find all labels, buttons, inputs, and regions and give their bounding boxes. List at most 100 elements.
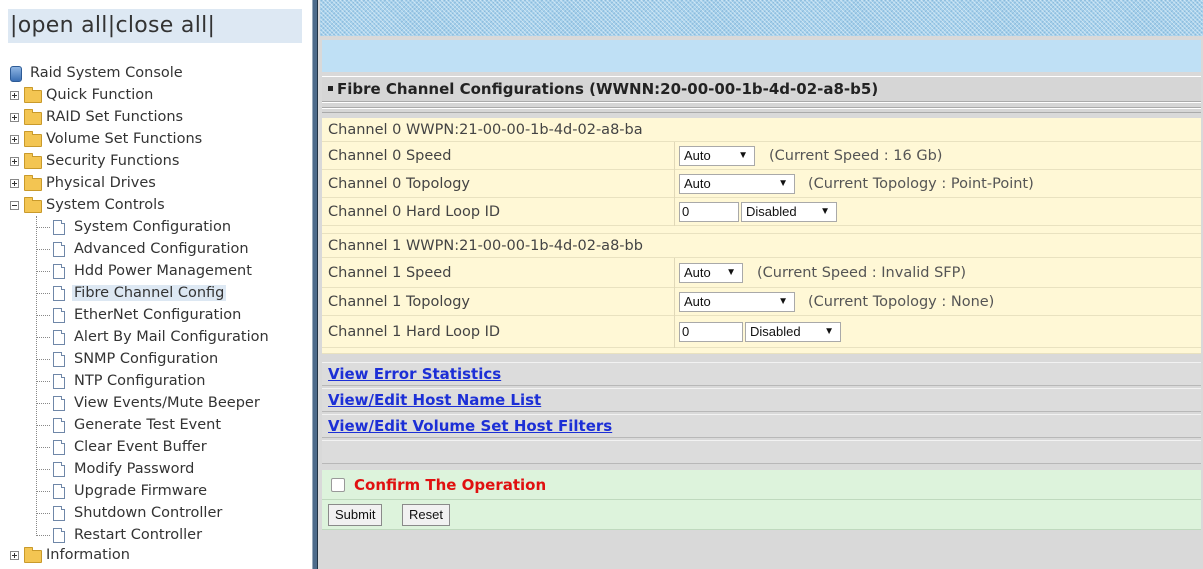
tree-folder-volume-set-functions[interactable]: Volume Set Functions [10,128,202,150]
open-all-link[interactable]: open all [18,13,108,38]
tree-folder-label: Quick Function [46,87,154,103]
expand-icon[interactable] [10,135,19,144]
channel-1-topology-note: (Current Topology : None) [808,294,995,310]
document-icon [53,440,65,455]
tree-item-clear-event-buffer[interactable]: Clear Event Buffer [36,436,207,458]
spacer-row [322,348,1201,354]
tree-item-hdd-power-management[interactable]: Hdd Power Management [36,260,252,282]
tree-folder-physical-drives[interactable]: Physical Drives [10,172,156,194]
reset-button[interactable]: Reset [402,504,450,526]
tree-item-generate-test-event[interactable]: Generate Test Event [36,414,221,436]
tree-item-system-configuration[interactable]: System Configuration [36,216,231,238]
collapse-icon[interactable] [10,201,19,210]
folder-icon [24,87,42,103]
channel-1-speed-row: Channel 1 Speed Auto (Current Speed : In… [322,258,1201,288]
confirm-checkbox[interactable] [331,478,345,492]
view-edit-host-name-list-link[interactable]: View/Edit Host Name List [328,389,541,412]
tree-item-label: Shutdown Controller [74,505,223,521]
channel-0-topology-select[interactable]: Auto [679,174,795,194]
tree-item-label: SNMP Configuration [74,351,219,367]
tree-connector [36,293,50,294]
channel-0-topology-note: (Current Topology : Point-Point) [808,176,1034,192]
document-icon [53,264,65,279]
tree-item-shutdown-controller[interactable]: Shutdown Controller [36,502,222,524]
tree-connector [36,491,50,492]
tree-folder-information[interactable]: Information [10,544,130,566]
expand-icon[interactable] [10,91,19,100]
expand-icon[interactable] [10,113,19,122]
submit-button[interactable]: Submit [328,504,383,526]
channel-1-topology-select[interactable]: Auto [679,292,795,312]
document-icon [53,418,65,433]
channel-0-topology-label: Channel 0 Topology [328,176,470,192]
tree-folder-label: Security Functions [46,153,180,169]
header-bar [322,40,1201,72]
tree-connector [36,227,50,228]
tree-folder-raid-set-functions[interactable]: RAID Set Functions [10,106,183,128]
tree-item-restart-controller[interactable]: Restart Controller [36,524,202,546]
channel-1-wwpn: Channel 1 WWPN:21-00-00-1b-4d-02-a8-bb [328,238,643,254]
tree-connector [36,271,50,272]
tree-item-ethernet-configuration[interactable]: EtherNet Configuration [36,304,241,326]
tree-connector [36,359,50,360]
channel-0-loop-id-input[interactable]: 0 [679,202,739,222]
tree-item-label: Alert By Mail Configuration [74,329,269,345]
view-edit-volume-set-host-filters-link[interactable]: View/Edit Volume Set Host Filters [328,415,612,438]
host-filters-row: View/Edit Volume Set Host Filters [322,414,1201,438]
database-icon [10,66,22,82]
view-error-statistics-link[interactable]: View Error Statistics [328,363,501,386]
tree-item-modify-password[interactable]: Modify Password [36,458,194,480]
tree-item-view-events-mute-beeper[interactable]: View Events/Mute Beeper [36,392,260,414]
spacer-row [322,226,1201,234]
document-icon [53,242,65,257]
bullet-icon [328,86,333,91]
tree-folder-label: RAID Set Functions [46,109,184,125]
tree-connector [36,447,50,448]
tree-item-ntp-configuration[interactable]: NTP Configuration [36,370,205,392]
channel-1-loop-mode-select[interactable]: Disabled [745,322,841,342]
expand-icon[interactable] [10,179,19,188]
document-icon [53,528,65,543]
channel-1-loop-cell: 0 Disabled [674,316,1202,348]
tree-item-alert-by-mail-configuration[interactable]: Alert By Mail Configuration [36,326,269,348]
tree-item-label: Hdd Power Management [74,263,252,279]
confirm-label: Confirm The Operation [354,476,547,494]
channel-0-speed-select[interactable]: Auto [679,146,755,166]
tree-folder-system-controls[interactable]: System Controls [10,194,165,216]
document-icon [53,308,65,323]
tree-item-label: Generate Test Event [74,417,222,433]
tree-item-label: Modify Password [74,461,195,477]
channel-1-speed-select[interactable]: Auto [679,263,743,283]
folder-icon [24,547,42,563]
expand-icon[interactable] [10,157,19,166]
tree-connector [36,381,50,382]
channel-0-loop-cell: 0 Disabled [674,198,1202,226]
channel-1-topology-cell: Auto (Current Topology : None) [674,288,1202,316]
channel-0-loop-mode-select[interactable]: Disabled [741,202,837,222]
tree-connector [36,469,50,470]
close-all-link[interactable]: close all [115,13,207,38]
tree-folder-quick-function[interactable]: Quick Function [10,84,153,106]
tree-item-advanced-configuration[interactable]: Advanced Configuration [36,238,249,260]
channel-0-speed-row: Channel 0 Speed Auto (Current Speed : 16… [322,142,1201,170]
tree-item-label: System Configuration [74,219,232,235]
tree-folder-security-functions[interactable]: Security Functions [10,150,179,172]
tree-connector [36,315,50,316]
channel-1-topology-row: Channel 1 Topology Auto (Current Topolog… [322,288,1201,316]
host-name-list-row: View/Edit Host Name List [322,388,1201,412]
tree-item-fibre-channel-config[interactable]: Fibre Channel Config [36,282,227,304]
tree-item-snmp-configuration[interactable]: SNMP Configuration [36,348,218,370]
channel-1-loop-id-input[interactable]: 0 [679,322,743,342]
tree-connector [36,425,50,426]
document-icon [53,374,65,389]
expand-icon[interactable] [10,551,19,560]
folder-open-icon [24,197,42,213]
tree-root[interactable]: Raid System Console [10,62,183,84]
document-icon [53,286,65,301]
tree-item-label: Restart Controller [74,527,203,543]
separator [322,108,1201,113]
blank-row [322,440,1201,464]
open-close-bar: |open all|close all| [8,9,302,43]
tree-item-upgrade-firmware[interactable]: Upgrade Firmware [36,480,207,502]
top-banner [320,0,1203,36]
